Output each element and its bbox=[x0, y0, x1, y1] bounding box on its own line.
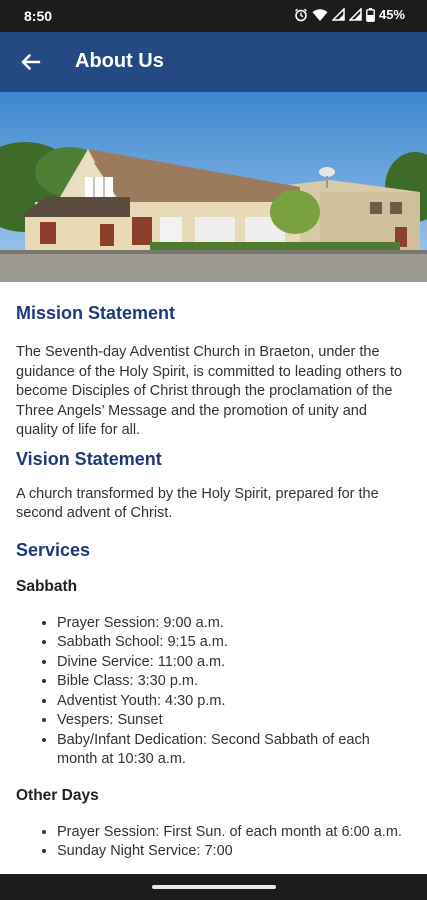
app-bar: About Us bbox=[0, 32, 427, 92]
wifi-icon bbox=[312, 8, 328, 22]
mission-heading: Mission Statement bbox=[16, 303, 176, 323]
status-bar: 8:50 45% bbox=[0, 0, 427, 32]
church-photo bbox=[0, 92, 427, 282]
other-days-services-list: Prayer Session: First Sun. of each month… bbox=[16, 823, 408, 862]
back-button[interactable] bbox=[10, 42, 50, 82]
list-item: Bible Class: 3:30 p.m. bbox=[57, 672, 408, 692]
battery-icon bbox=[366, 7, 375, 22]
list-item: Vespers: Sunset bbox=[57, 711, 408, 731]
arrow-left-icon bbox=[21, 54, 41, 70]
list-item: Sunday Night Service: 7:00 bbox=[57, 842, 408, 862]
list-item: Prayer Session: 9:00 a.m. bbox=[57, 614, 408, 634]
sabbath-title: Sabbath bbox=[16, 577, 78, 595]
alarm-icon bbox=[294, 8, 308, 22]
about-content: Mission Statement The Seventh-day Advent… bbox=[16, 282, 408, 862]
vision-text: A church transformed by the Holy Spirit,… bbox=[16, 485, 379, 522]
list-item: Adventist Youth: 4:30 p.m. bbox=[57, 692, 408, 712]
home-gesture-handle[interactable] bbox=[152, 885, 276, 889]
mission-text: The Seventh-day Adventist Church in Brae… bbox=[16, 344, 403, 438]
other-days-title: Other Days bbox=[16, 786, 99, 804]
navigation-bar bbox=[0, 874, 427, 900]
signal-icon bbox=[348, 8, 362, 21]
page-title: About Us bbox=[75, 50, 164, 72]
list-item: Baby/Infant Dedication: Second Sabbath o… bbox=[57, 731, 408, 770]
services-heading: Services bbox=[16, 539, 91, 560]
list-item: Divine Service: 11:00 a.m. bbox=[57, 653, 408, 673]
vision-heading: Vision Statement bbox=[16, 448, 162, 469]
list-item: Sabbath School: 9:15 a.m. bbox=[57, 633, 408, 653]
battery-percent: 45% bbox=[378, 7, 405, 22]
sabbath-services-list: Prayer Session: 9:00 a.m. Sabbath School… bbox=[16, 614, 408, 770]
status-time: 8:50 bbox=[24, 8, 53, 24]
status-icons: 45% bbox=[294, 7, 405, 22]
signal-icon bbox=[331, 8, 345, 21]
list-item: Prayer Session: First Sun. of each month… bbox=[57, 823, 408, 843]
